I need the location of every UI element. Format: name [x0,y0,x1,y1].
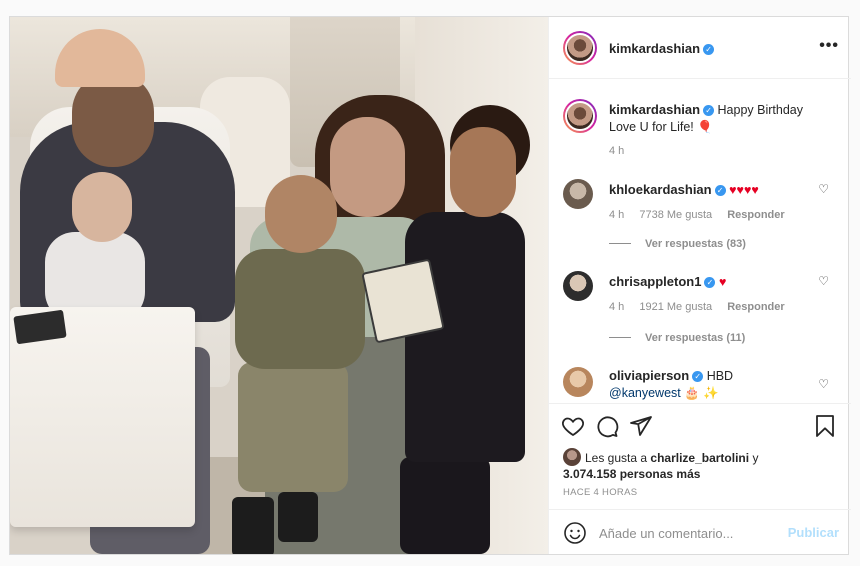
cake-emoji: 🎂 ✨ [684,386,719,400]
girl-dress [405,212,525,462]
smile-icon[interactable] [563,521,587,545]
comment-item: khloekardashian ✓ ♥♥♥♥ ♡ 4 h 7738 Me gust… [563,179,843,259]
child-shoe [278,492,318,542]
comment-username[interactable]: chrisappleton1 [609,274,701,289]
comment-username[interactable]: khloekardashian [609,182,712,197]
likes-connector: y [752,451,759,465]
avatar[interactable] [563,271,593,301]
heart-emojis: ♥♥♥♥ [729,183,759,197]
avatar[interactable] [563,448,581,466]
publish-button[interactable]: Publicar [788,525,839,540]
child-pants [238,362,348,492]
comment-time[interactable]: 4 h [609,301,624,313]
likes-summary: Les gusta a charlize_bartolini y 3.074.1… [563,448,833,482]
mention-link[interactable]: @kanyewest [609,386,681,400]
snack-bag [361,258,445,344]
heart-emoji: ♥ [718,275,727,289]
header-username-row: kimkardashian ✓ [609,41,715,56]
bookmark-icon[interactable] [813,414,839,440]
post-timestamp[interactable]: HACE 4 HORAS [563,487,637,498]
comment-username[interactable]: oliviapierson [609,368,689,383]
header-username[interactable]: kimkardashian [609,41,700,56]
comment-item: chrisappleton1 ✓ ♥ ♡ 4 h 1921 Me gusta Re… [563,271,843,351]
caption-time[interactable]: 4 h [609,145,624,157]
girl-legs [400,457,490,554]
comment-likes[interactable]: 7738 Me gusta [639,209,712,221]
child-shirt [235,249,365,369]
caption-meta: 4 h [609,145,636,157]
likes-prefix: Les gusta a [585,451,648,465]
baby-head [72,172,132,242]
comment-time[interactable]: 4 h [609,209,624,221]
woman-face [330,117,405,217]
verified-icon: ✓ [714,185,726,196]
comment-like-icon[interactable]: ♡ [818,182,829,196]
avatar[interactable] [563,99,597,133]
divider [609,243,631,244]
view-replies-button[interactable]: Ver respuestas (83) [609,238,746,250]
comment-meta: 4 h 7738 Me gusta Responder [609,209,797,221]
comment-likes[interactable]: 1921 Me gusta [639,301,712,313]
share-icon[interactable] [629,414,655,440]
comment-icon[interactable] [595,414,621,440]
post-header: kimkardashian ✓ ••• [549,17,851,79]
verified-icon: ✓ [704,277,716,288]
view-replies-label: Ver respuestas (11) [645,332,746,344]
comments-list[interactable]: kimkardashian ✓ Happy Birthday Love U for… [549,79,851,403]
divider [609,337,631,338]
comment-like-icon[interactable]: ♡ [818,274,829,288]
comment-text: chrisappleton1 ✓ ♥ [609,273,809,291]
balloon-emoji: 🎈 [697,120,713,134]
girl-face [450,127,516,217]
avatar[interactable] [563,31,597,65]
likes-first-user[interactable]: charlize_bartolini [650,451,749,465]
heart-icon[interactable] [561,414,587,440]
verified-icon: ✓ [703,105,715,116]
avatar[interactable] [563,367,593,397]
comment-item: oliviapierson ✓ HBD @kanyewest 🎂 ✨ ♡ [563,367,843,403]
caption-text: kimkardashian ✓ Happy Birthday Love U for… [609,101,809,136]
child-shoe [232,497,274,554]
caption-username[interactable]: kimkardashian [609,102,700,117]
comment-input[interactable] [599,522,779,544]
post-photo[interactable] [10,17,548,554]
caption: kimkardashian ✓ Happy Birthday Love U for… [563,99,843,159]
comment-meta: 4 h 1921 Me gusta Responder [609,301,797,313]
child-head [265,175,337,253]
likes-count[interactable]: 3.074.158 personas más [563,467,700,481]
instagram-post: kimkardashian ✓ ••• kimkardashian ✓ Happy … [9,16,851,555]
comment-like-icon[interactable]: ♡ [818,377,829,391]
comment-body: HBD [706,369,734,383]
more-icon[interactable]: ••• [819,37,839,55]
reply-button[interactable]: Responder [727,209,784,221]
view-replies-button[interactable]: Ver respuestas (11) [609,332,745,344]
view-replies-label: Ver respuestas (83) [645,238,746,250]
add-comment-bar: Publicar [549,509,851,554]
verified-icon: ✓ [692,371,704,382]
verified-icon: ✓ [703,44,715,55]
post-sidebar: kimkardashian ✓ ••• kimkardashian ✓ Happy … [548,17,851,554]
comment-text: oliviapierson ✓ HBD @kanyewest 🎂 ✨ [609,367,809,402]
reply-button[interactable]: Responder [727,301,784,313]
comment-text: khloekardashian ✓ ♥♥♥♥ [609,181,809,199]
avatar[interactable] [563,179,593,209]
